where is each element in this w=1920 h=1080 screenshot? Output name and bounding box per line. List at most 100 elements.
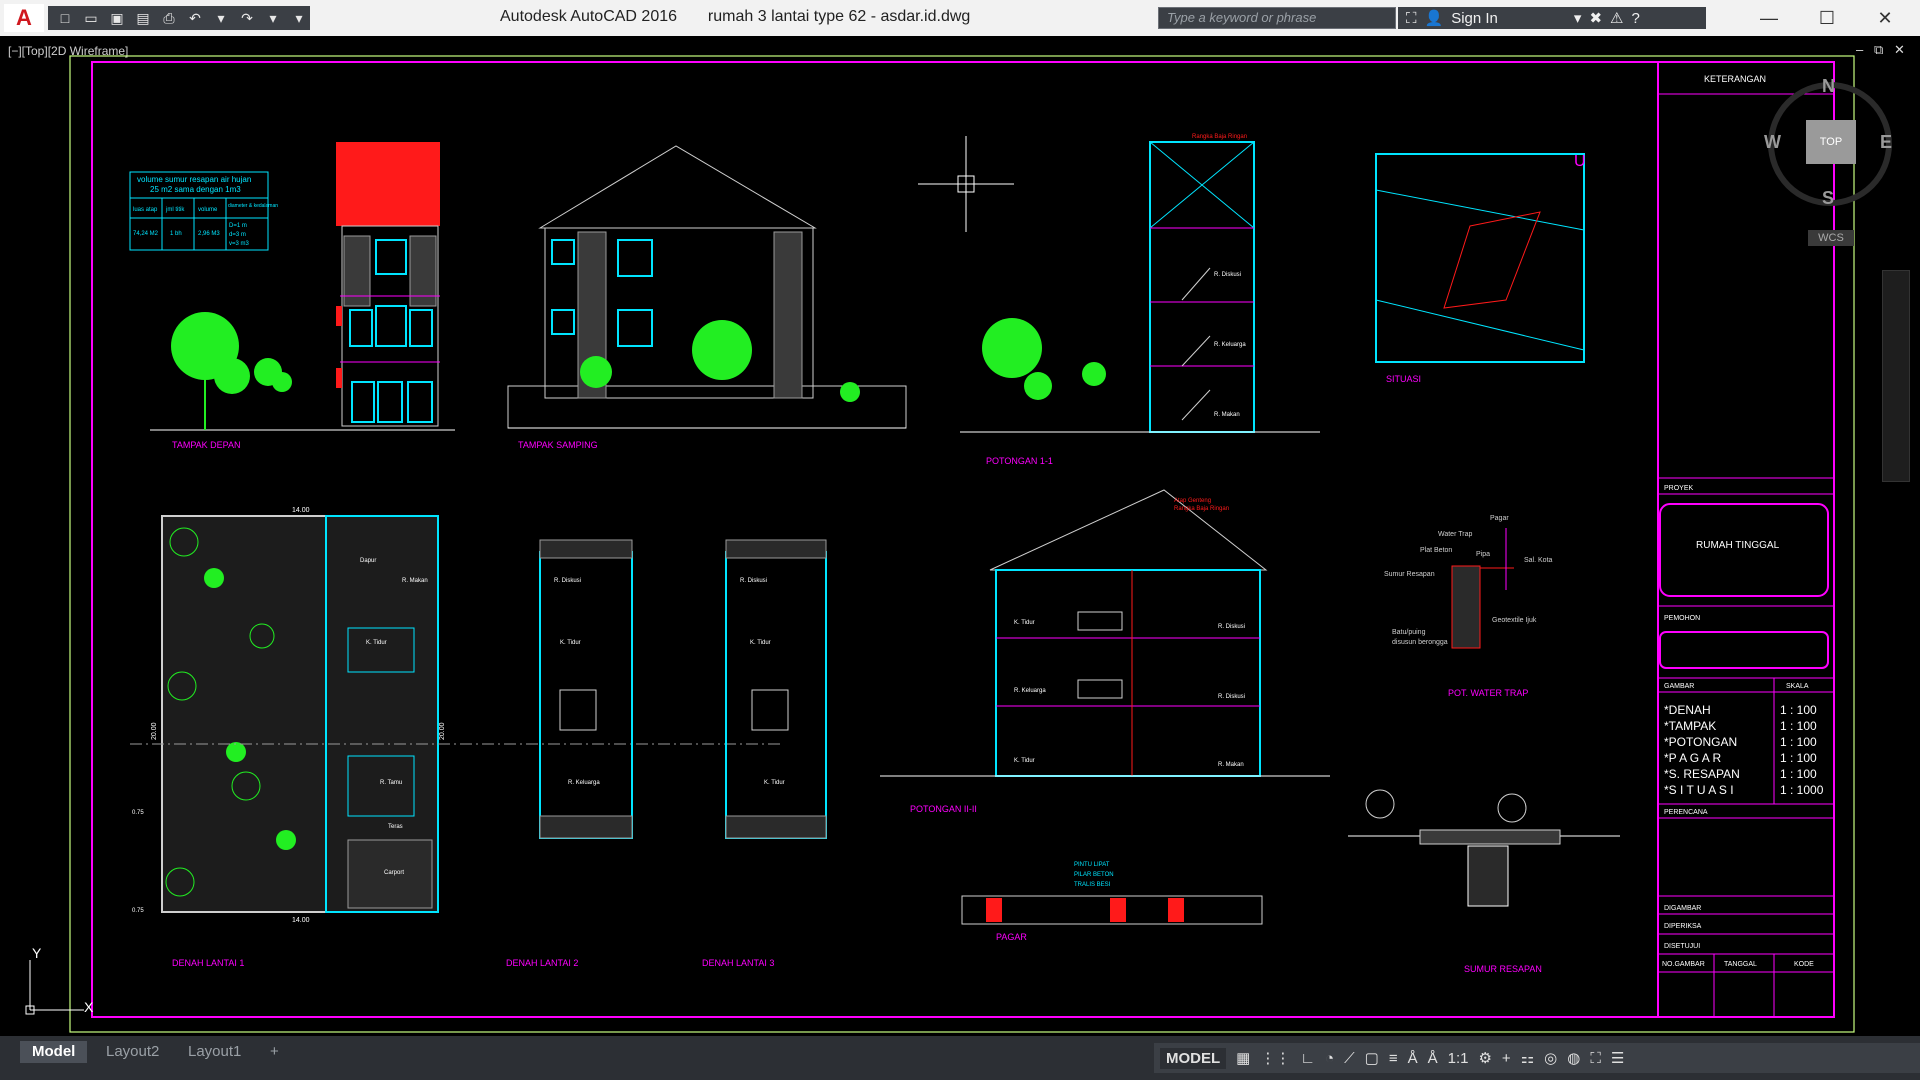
potongan-2-drawing: Atap Genteng Rangka Baja Ringan K. Tidur… bbox=[880, 489, 1330, 777]
navigation-bar[interactable] bbox=[1882, 270, 1910, 482]
table-title-line1: volume sumur resapan air hujan bbox=[137, 175, 251, 184]
table-header-titik: jml titik bbox=[165, 207, 185, 213]
denah1-dim-075b: 0.75 bbox=[132, 908, 144, 914]
compass-south[interactable]: S bbox=[1822, 188, 1834, 209]
close-button[interactable]: ✕ bbox=[1860, 4, 1910, 32]
denah3-room-diskusi: R. Diskusi bbox=[740, 578, 767, 584]
ucs-icon: Y X bbox=[25, 945, 94, 1015]
undo-dropdown-icon[interactable]: ▾ bbox=[210, 9, 232, 27]
lineweight-icon[interactable]: ≡ bbox=[1389, 1050, 1398, 1067]
tb-item-scale: 1 : 100 bbox=[1780, 735, 1817, 749]
binoculars-icon[interactable]: ⛶ bbox=[1406, 10, 1417, 27]
table-cell-d3: v=3 m3 bbox=[229, 241, 250, 247]
potongan-1-drawing: Rangka Baja Ringan R. Diskusi R. Keluarg… bbox=[960, 134, 1320, 433]
ucs-x-label: X bbox=[84, 999, 94, 1015]
file-name: rumah 3 lantai type 62 - asdar.id.dwg bbox=[707, 8, 971, 25]
tb-proyek: PROYEK bbox=[1664, 485, 1694, 492]
tab-layout1[interactable]: Layout1 bbox=[176, 1041, 253, 1063]
tb-project-name: RUMAH TINGGAL bbox=[1696, 540, 1780, 551]
quick-access-toolbar: □ ▭ ▣ ▤ ⎙ ↶ ▾ ↷ ▾ ▾ bbox=[48, 6, 310, 30]
denah1-room-dapur: Dapur bbox=[360, 558, 376, 564]
customize-toolbar-icon[interactable]: ▾ bbox=[288, 9, 310, 27]
pagar-note-1: PINTU LIPAT bbox=[1074, 862, 1110, 868]
denah1-room-tamu: R. Tamu bbox=[380, 780, 402, 786]
denah1-room-makan: R. Makan bbox=[402, 578, 428, 584]
viewcube-top-face[interactable]: TOP bbox=[1806, 120, 1856, 164]
plus-icon[interactable]: + bbox=[1502, 1050, 1511, 1067]
annotation-visibility-icon[interactable]: Å bbox=[1408, 1050, 1418, 1067]
potongan2-k-tidur-label: K. Tidur bbox=[1014, 620, 1035, 626]
denah1-room-teras: Teras bbox=[388, 824, 403, 830]
table-header-luas: luas atap bbox=[133, 207, 158, 213]
hardware-accel-icon[interactable]: ◎ bbox=[1544, 1049, 1557, 1067]
model-space-button[interactable]: MODEL bbox=[1160, 1047, 1227, 1069]
potongan2-r-makan-label: R. Makan bbox=[1218, 762, 1244, 768]
save-as-icon[interactable]: ▤ bbox=[132, 9, 154, 27]
denah1-room-carport: Carport bbox=[384, 870, 404, 876]
denah1-dim-075a: 0.75 bbox=[132, 810, 144, 816]
denah-lantai-3-drawing: R. Diskusi K. Tidur K. Tidur bbox=[725, 539, 827, 839]
help-icon[interactable]: ? bbox=[1631, 10, 1639, 27]
customize-menu-icon[interactable]: ☰ bbox=[1611, 1049, 1624, 1067]
compass-east[interactable]: E bbox=[1880, 132, 1892, 153]
compass-north[interactable]: N bbox=[1822, 76, 1835, 97]
redo-dropdown-icon[interactable]: ▾ bbox=[262, 9, 284, 27]
sumur-resapan-drawing bbox=[1348, 789, 1620, 907]
potongan2-k-tidur-2-label: K. Tidur bbox=[1014, 758, 1035, 764]
wt-plat-beton-label: Plat Beton bbox=[1420, 547, 1452, 554]
potongan1-r-keluarga-label: R. Keluarga bbox=[1214, 342, 1246, 348]
denah1-room-tidur: K. Tidur bbox=[366, 640, 387, 646]
dropdown-icon[interactable]: ▾ bbox=[1574, 9, 1582, 27]
grid-icon[interactable]: ▦ bbox=[1236, 1049, 1250, 1067]
polar-icon[interactable]: ◔ bbox=[1325, 1050, 1334, 1067]
ortho-icon[interactable]: ∟ bbox=[1300, 1050, 1315, 1067]
denah2-room-diskusi: R. Diskusi bbox=[554, 578, 581, 584]
a360-icon[interactable]: ⚠ bbox=[1610, 9, 1623, 27]
exchange-icon[interactable]: ✖ bbox=[1589, 9, 1602, 27]
denah-lantai-2-drawing: R. Diskusi K. Tidur R. Keluarga bbox=[539, 539, 633, 839]
table-cell-luas: 74,24 M2 bbox=[133, 231, 159, 237]
tb-item-name: *POTONGAN bbox=[1664, 735, 1737, 749]
settings-gear-icon[interactable]: ⚙ bbox=[1478, 1049, 1491, 1067]
maximize-button[interactable]: ☐ bbox=[1802, 4, 1852, 32]
fullscreen-icon[interactable]: ⛶ bbox=[1590, 1050, 1601, 1067]
minimize-button[interactable]: — bbox=[1744, 4, 1794, 32]
potongan1-r-diskusi-label: R. Diskusi bbox=[1214, 272, 1241, 278]
auto-scale-icon[interactable]: Å bbox=[1428, 1050, 1438, 1067]
isolate-icon[interactable]: ◍ bbox=[1567, 1049, 1580, 1067]
title-sumur: SUMUR RESAPAN bbox=[1464, 964, 1542, 974]
tb-diperiksa: DIPERIKSA bbox=[1664, 923, 1702, 930]
ucs-y-label: Y bbox=[32, 945, 42, 961]
tab-model[interactable]: Model bbox=[20, 1041, 88, 1063]
title-potongan-2: POTONGAN II-II bbox=[910, 804, 977, 814]
open-folder-icon[interactable]: ▭ bbox=[80, 9, 102, 27]
situasi-drawing: U bbox=[1375, 153, 1586, 363]
wt-sal-kota-label: Sal. Kota bbox=[1524, 557, 1553, 564]
drawing-canvas[interactable]: Y X volume sumur resapan air hujan 25 m2… bbox=[0, 36, 1920, 1036]
isodraft-icon[interactable]: ⟋ bbox=[1344, 1050, 1355, 1067]
tb-item-list: *DENAH 1 : 100 *TAMPAK 1 : 100 *POTONGAN 1 : … bbox=[1664, 703, 1824, 797]
new-file-icon[interactable]: □ bbox=[54, 9, 76, 27]
redo-icon[interactable]: ↷ bbox=[236, 9, 258, 27]
table-header-volume: volume bbox=[198, 207, 218, 213]
save-icon[interactable]: ▣ bbox=[106, 9, 128, 27]
snap-icon[interactable]: ⋮⋮ bbox=[1260, 1049, 1290, 1067]
wcs-menu[interactable]: WCS bbox=[1808, 230, 1854, 246]
workspace-icon[interactable]: ⚏ bbox=[1521, 1049, 1534, 1067]
denah2-room-keluarga: R. Keluarga bbox=[568, 780, 600, 786]
autocad-app-menu-button[interactable]: A bbox=[4, 4, 44, 32]
compass-west[interactable]: W bbox=[1764, 132, 1781, 153]
table-header-diameter: diameter & kedalaman bbox=[228, 203, 278, 209]
tb-digambar: DIGAMBAR bbox=[1664, 905, 1701, 912]
sumur-volume-table: volume sumur resapan air hujan 25 m2 sam… bbox=[129, 171, 278, 251]
add-layout-icon[interactable]: + bbox=[258, 1041, 291, 1063]
tb-item-name: *S. RESAPAN bbox=[1664, 767, 1740, 781]
search-input[interactable]: Type a keyword or phrase bbox=[1158, 7, 1396, 29]
scale-dropdown[interactable]: 1:1 bbox=[1448, 1050, 1469, 1067]
tab-layout2[interactable]: Layout2 bbox=[94, 1041, 171, 1063]
print-icon[interactable]: ⎙ bbox=[158, 9, 180, 27]
sign-in-button[interactable]: Sign In bbox=[1451, 10, 1498, 27]
crosshair-cursor bbox=[918, 136, 1014, 232]
undo-icon[interactable]: ↶ bbox=[184, 9, 206, 27]
osnap-icon[interactable]: ▢ bbox=[1365, 1049, 1379, 1067]
